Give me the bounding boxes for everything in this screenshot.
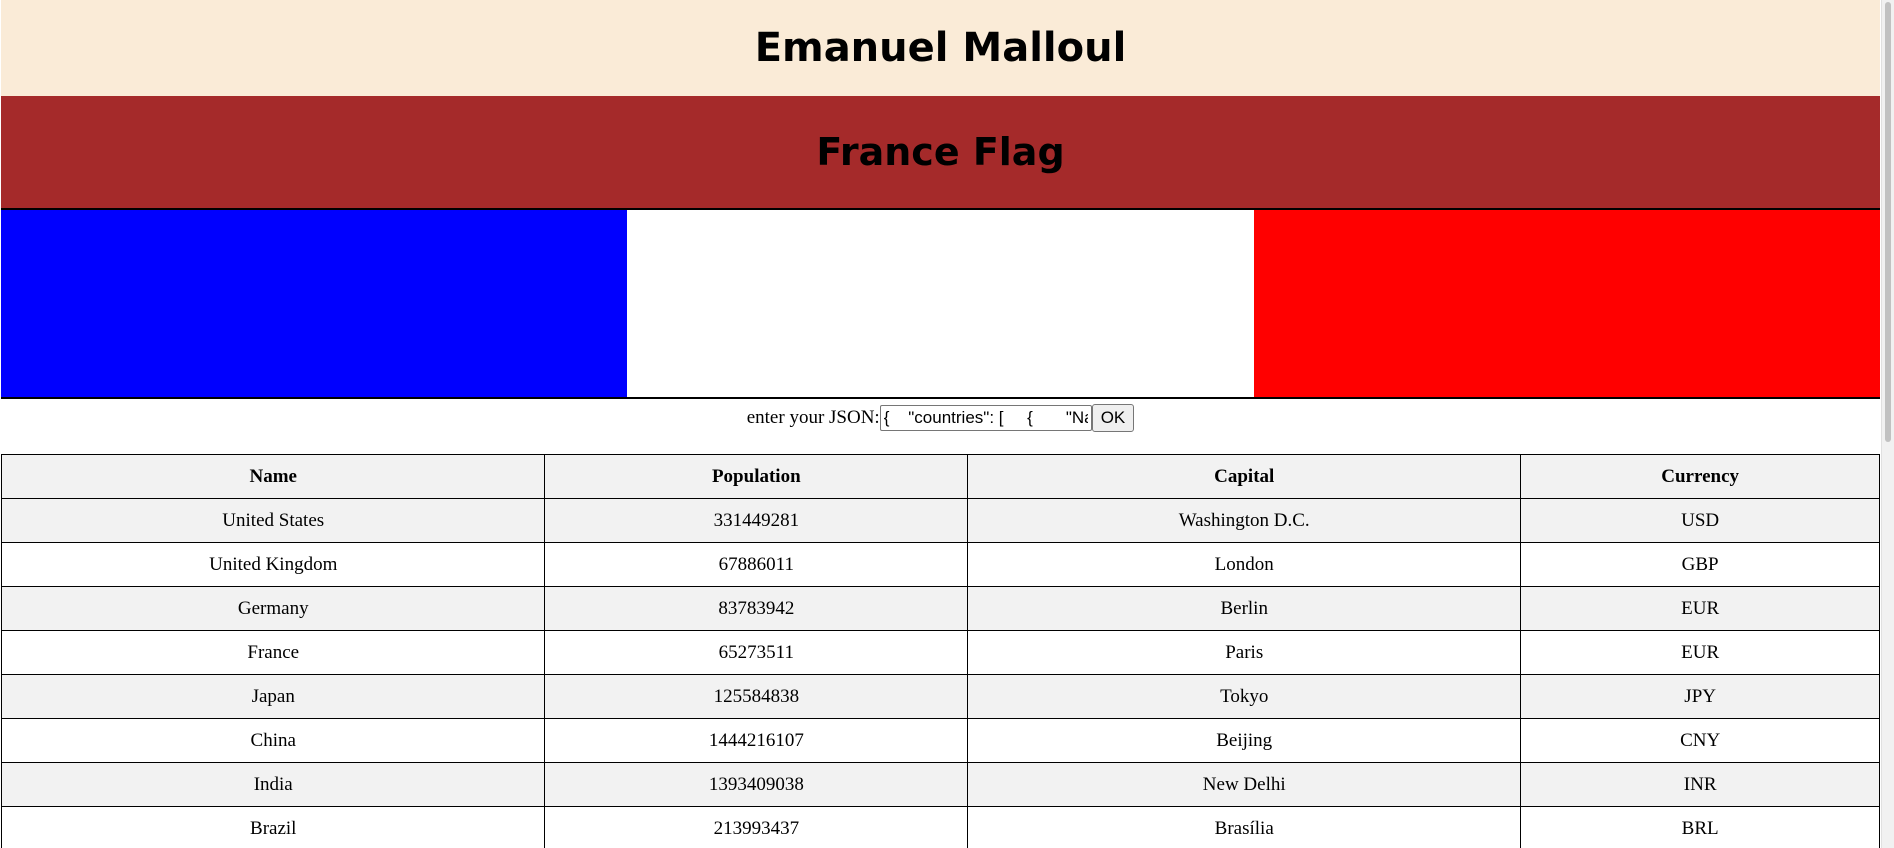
table-header-row: Name Population Capital Currency bbox=[0, 454, 1880, 499]
cell-name: United Kingdom bbox=[0, 542, 546, 587]
flag-title: France Flag bbox=[816, 130, 1065, 174]
ok-button[interactable]: OK bbox=[1091, 404, 1135, 432]
page: Emanuel Malloul France Flag enter your J… bbox=[0, 0, 1894, 848]
cell-name: France bbox=[0, 630, 546, 675]
cell-capital: New Delhi bbox=[967, 762, 1522, 807]
cell-currency: EUR bbox=[1520, 630, 1880, 675]
cell-capital: Paris bbox=[967, 630, 1522, 675]
json-input[interactable] bbox=[879, 405, 1092, 431]
cell-population: 65273511 bbox=[544, 630, 969, 675]
table-row: China 1444216107 Beijing CNY bbox=[0, 718, 1880, 763]
vertical-scrollbar[interactable] bbox=[1881, 0, 1894, 848]
author-name: Emanuel Malloul bbox=[754, 25, 1127, 71]
column-header-capital: Capital bbox=[967, 454, 1522, 499]
column-header-name: Name bbox=[0, 454, 546, 499]
cell-name: Brazil bbox=[0, 806, 546, 848]
cell-currency: GBP bbox=[1520, 542, 1880, 587]
flag-stripe-red bbox=[1253, 210, 1880, 397]
cell-currency: INR bbox=[1520, 762, 1880, 807]
cell-currency: USD bbox=[1520, 498, 1880, 543]
cell-capital: London bbox=[967, 542, 1522, 587]
table-row: France 65273511 Paris EUR bbox=[0, 630, 1880, 675]
table-row: Japan 125584838 Tokyo JPY bbox=[0, 674, 1880, 719]
cell-population: 213993437 bbox=[544, 806, 969, 848]
cell-population: 67886011 bbox=[544, 542, 969, 587]
cell-capital: Washington D.C. bbox=[967, 498, 1522, 543]
name-header: Emanuel Malloul bbox=[1, 0, 1880, 96]
table-row: Germany 83783942 Berlin EUR bbox=[0, 586, 1880, 631]
cell-population: 1444216107 bbox=[544, 718, 969, 763]
cell-currency: EUR bbox=[1520, 586, 1880, 631]
cell-capital: Tokyo bbox=[967, 674, 1522, 719]
cell-name: Germany bbox=[0, 586, 546, 631]
table-row: Brazil 213993437 Brasília BRL bbox=[0, 806, 1880, 848]
scrollbar-thumb[interactable] bbox=[1885, 2, 1891, 442]
cell-population: 83783942 bbox=[544, 586, 969, 631]
cell-population: 125584838 bbox=[544, 674, 969, 719]
flag-stripe-white bbox=[627, 210, 1254, 397]
content: Emanuel Malloul France Flag enter your J… bbox=[0, 0, 1880, 848]
flag-stripe-blue bbox=[1, 210, 628, 397]
cell-currency: BRL bbox=[1520, 806, 1880, 848]
cell-name: India bbox=[0, 762, 546, 807]
table-body: United States 331449281 Washington D.C. USD… bbox=[0, 498, 1880, 848]
cell-currency: CNY bbox=[1520, 718, 1880, 763]
cell-name: Japan bbox=[0, 674, 546, 719]
cell-capital: Brasília bbox=[967, 806, 1522, 848]
json-input-row: enter your JSON: OK bbox=[1, 403, 1880, 433]
column-header-currency: Currency bbox=[1520, 454, 1880, 499]
cell-capital: Beijing bbox=[967, 718, 1522, 763]
cell-population: 1393409038 bbox=[544, 762, 969, 807]
cell-name: China bbox=[0, 718, 546, 763]
flag-title-banner: France Flag bbox=[1, 96, 1880, 208]
france-flag bbox=[1, 208, 1880, 399]
cell-name: United States bbox=[0, 498, 546, 543]
countries-table: Name Population Capital Currency United … bbox=[0, 454, 1880, 848]
table-row: United Kingdom 67886011 London GBP bbox=[0, 542, 1880, 587]
column-header-population: Population bbox=[544, 454, 969, 499]
table-row: United States 331449281 Washington D.C. USD bbox=[0, 498, 1880, 543]
table-row: India 1393409038 New Delhi INR bbox=[0, 762, 1880, 807]
cell-currency: JPY bbox=[1520, 674, 1880, 719]
cell-population: 331449281 bbox=[544, 498, 969, 543]
json-input-label: enter your JSON: bbox=[746, 407, 880, 428]
cell-capital: Berlin bbox=[967, 586, 1522, 631]
